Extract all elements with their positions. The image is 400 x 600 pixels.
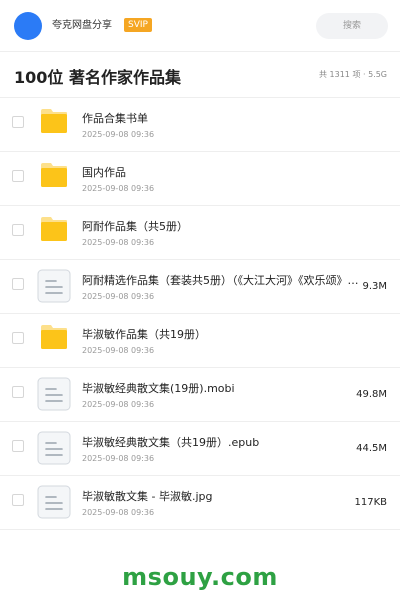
avatar[interactable] <box>14 12 42 40</box>
row-checkbox[interactable] <box>12 494 24 506</box>
row-checkbox[interactable] <box>12 224 24 236</box>
file-name: 毕淑敏经典散文集（共19册）.epub <box>82 436 260 449</box>
document-icon <box>37 485 71 519</box>
file-name: 毕淑敏散文集 - 毕淑敏.jpg <box>82 490 213 503</box>
folder-row[interactable]: 国内作品 2025-09-08 09:36 <box>0 152 400 206</box>
file-name: 毕淑敏作品集（共19册） <box>82 328 206 341</box>
file-name: 阿耐精选作品集（套装共5册）（《大江大河》《欢乐颂》… <box>82 274 359 287</box>
file-row[interactable]: 毕淑敏散文集 - 毕淑敏.jpg 2025-09-08 09:36 117KB <box>0 476 400 530</box>
row-checkbox[interactable] <box>12 440 24 452</box>
row-checkbox[interactable] <box>12 386 24 398</box>
row-checkbox[interactable] <box>12 116 24 128</box>
file-date: 2025-09-08 09:36 <box>82 508 155 517</box>
file-name: 毕淑敏经典散文集(19册).mobi <box>82 382 235 395</box>
folder-header: 100位 著名作家作品集 共 1311 项 · 5.5G <box>0 52 400 98</box>
folder-icon <box>40 108 68 134</box>
document-icon <box>37 431 71 465</box>
search-input[interactable]: 搜索 <box>316 13 388 39</box>
top-header: 夸克网盘分享 SVIP 搜索 <box>0 0 400 52</box>
folder-icon <box>40 162 68 188</box>
file-size: 44.5M <box>356 443 387 454</box>
folder-row[interactable]: 作品合集书单 2025-09-08 09:36 <box>0 98 400 152</box>
folder-summary: 共 1311 项 · 5.5G <box>319 70 387 79</box>
file-list: 作品合集书单 2025-09-08 09:36 国内作品 2025-09-08 09:… <box>0 98 400 530</box>
file-size: 49.8M <box>356 389 387 400</box>
svip-badge: SVIP <box>124 18 152 32</box>
folder-icon <box>40 324 68 350</box>
file-name: 作品合集书单 <box>82 112 148 125</box>
file-row[interactable]: 阿耐精选作品集（套装共5册）（《大江大河》《欢乐颂》… 2025-09-08 09… <box>0 260 400 314</box>
file-date: 2025-09-08 09:36 <box>82 238 155 247</box>
page-title: 100位 著名作家作品集 <box>14 68 181 87</box>
file-size: 117KB <box>354 497 387 508</box>
document-icon <box>37 377 71 411</box>
document-icon <box>37 269 71 303</box>
file-name: 国内作品 <box>82 166 126 179</box>
folder-icon <box>40 216 68 242</box>
watermark-text: msouy.com <box>122 563 278 591</box>
file-row[interactable]: 毕淑敏经典散文集（共19册）.epub 2025-09-08 09:36 44.5M <box>0 422 400 476</box>
folder-row[interactable]: 阿耐作品集（共5册） 2025-09-08 09:36 <box>0 206 400 260</box>
folder-row[interactable]: 毕淑敏作品集（共19册） 2025-09-08 09:36 <box>0 314 400 368</box>
file-row[interactable]: 毕淑敏经典散文集(19册).mobi 2025-09-08 09:36 49.8M <box>0 368 400 422</box>
file-size: 9.3M <box>362 281 387 292</box>
row-checkbox[interactable] <box>12 170 24 182</box>
file-date: 2025-09-08 09:36 <box>82 454 155 463</box>
file-date: 2025-09-08 09:36 <box>82 346 155 355</box>
row-checkbox[interactable] <box>12 332 24 344</box>
file-date: 2025-09-08 09:36 <box>82 184 155 193</box>
file-date: 2025-09-08 09:36 <box>82 292 155 301</box>
row-checkbox[interactable] <box>12 278 24 290</box>
share-title: 夸克网盘分享 <box>52 20 112 31</box>
file-date: 2025-09-08 09:36 <box>82 400 155 409</box>
file-date: 2025-09-08 09:36 <box>82 130 155 139</box>
file-name: 阿耐作品集（共5册） <box>82 220 188 233</box>
